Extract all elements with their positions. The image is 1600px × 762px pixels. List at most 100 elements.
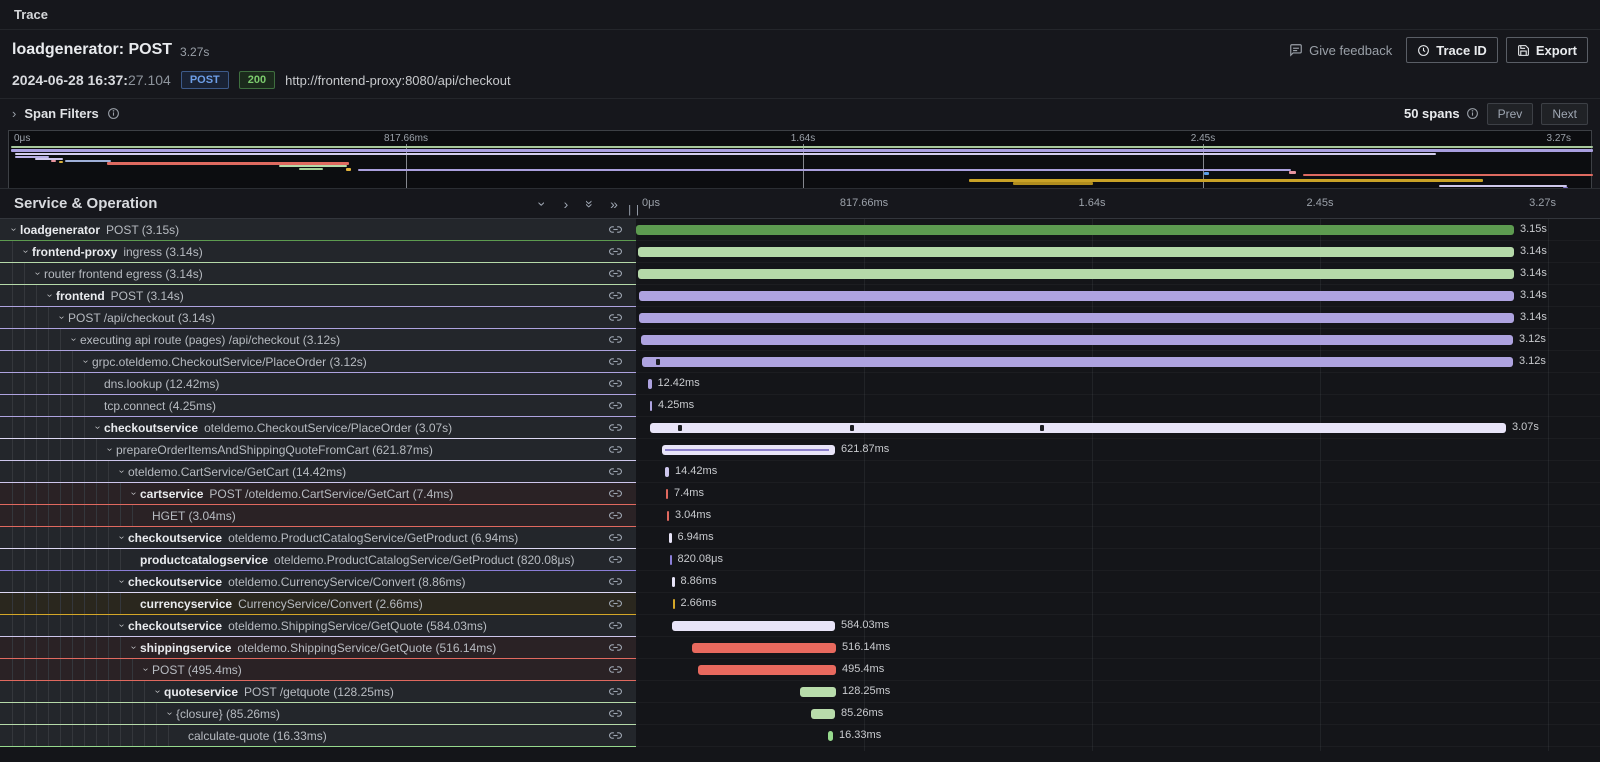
span-name-cell[interactable]: calculate-quote (16.33ms): [0, 725, 636, 747]
span-link-icon[interactable]: [609, 267, 622, 280]
span-duration-bar[interactable]: [639, 291, 1514, 301]
span-duration-bar[interactable]: [672, 577, 675, 587]
row-collapse-caret-icon[interactable]: ›: [56, 312, 68, 323]
span-name-cell[interactable]: tcp.connect (4.25ms): [0, 395, 636, 417]
give-feedback-button[interactable]: Give feedback: [1289, 43, 1392, 58]
span-link-icon[interactable]: [609, 465, 622, 478]
span-bar-cell[interactable]: 4.25ms: [636, 395, 1600, 417]
span-duration-bar[interactable]: [811, 709, 835, 719]
expand-one-icon[interactable]: ›: [554, 196, 578, 212]
span-link-icon[interactable]: [609, 377, 622, 390]
collapse-all-icon[interactable]: »: [578, 196, 602, 212]
span-bar-cell[interactable]: 128.25ms: [636, 681, 1600, 703]
span-bar-cell[interactable]: 7.4ms: [636, 483, 1600, 505]
row-collapse-caret-icon[interactable]: ›: [116, 466, 128, 477]
row-collapse-caret-icon[interactable]: ›: [152, 686, 164, 697]
export-button[interactable]: Export: [1506, 37, 1588, 63]
expand-all-icon[interactable]: »: [602, 196, 626, 212]
trace-id-button[interactable]: Trace ID: [1406, 37, 1498, 63]
span-filters-label[interactable]: Span Filters: [24, 106, 98, 121]
span-duration-bar[interactable]: [698, 665, 836, 675]
span-link-icon[interactable]: [609, 333, 622, 346]
span-name-cell[interactable]: currencyservice CurrencyService/Convert …: [0, 593, 636, 615]
span-duration-bar[interactable]: [828, 731, 833, 741]
span-link-icon[interactable]: [609, 729, 622, 742]
span-link-icon[interactable]: [609, 399, 622, 412]
span-link-icon[interactable]: [609, 487, 622, 500]
span-duration-bar[interactable]: [662, 445, 835, 455]
span-name-cell[interactable]: › shippingservice oteldemo.ShippingServi…: [0, 637, 636, 659]
span-link-icon[interactable]: [609, 641, 622, 654]
span-name-cell[interactable]: › cartservice POST /oteldemo.CartService…: [0, 483, 636, 505]
span-bar-cell[interactable]: 495.4ms: [636, 659, 1600, 681]
span-name-cell[interactable]: › POST /api/checkout (3.14s): [0, 307, 636, 329]
span-duration-bar[interactable]: [641, 335, 1513, 345]
span-bar-cell[interactable]: 3.14s: [636, 241, 1600, 263]
span-bar-cell[interactable]: 584.03ms: [636, 615, 1600, 637]
span-name-cell[interactable]: dns.lookup (12.42ms): [0, 373, 636, 395]
span-duration-bar[interactable]: [639, 313, 1514, 323]
span-link-icon[interactable]: [609, 289, 622, 302]
span-bar-cell[interactable]: 621.87ms: [636, 439, 1600, 461]
next-button[interactable]: Next: [1541, 103, 1588, 125]
span-link-icon[interactable]: [609, 685, 622, 698]
span-link-icon[interactable]: [609, 553, 622, 566]
row-collapse-caret-icon[interactable]: ›: [140, 664, 152, 675]
span-name-cell[interactable]: HGET (3.04ms): [0, 505, 636, 527]
span-bar-cell[interactable]: 3.14s: [636, 263, 1600, 285]
span-link-icon[interactable]: [609, 443, 622, 456]
span-filters-caret-icon[interactable]: ›: [12, 106, 16, 121]
row-collapse-caret-icon[interactable]: ›: [116, 620, 128, 631]
span-duration-bar[interactable]: [642, 357, 1513, 367]
span-duration-bar[interactable]: [638, 247, 1514, 257]
span-name-cell[interactable]: › checkoutservice oteldemo.ProductCatalo…: [0, 527, 636, 549]
span-link-icon[interactable]: [609, 707, 622, 720]
prev-button[interactable]: Prev: [1487, 103, 1534, 125]
span-name-cell[interactable]: › checkoutservice oteldemo.ShippingServi…: [0, 615, 636, 637]
row-collapse-caret-icon[interactable]: ›: [68, 334, 80, 345]
span-duration-bar[interactable]: [638, 269, 1514, 279]
span-bar-cell[interactable]: 85.26ms: [636, 703, 1600, 725]
collapse-one-icon[interactable]: ›: [530, 196, 554, 212]
span-name-cell[interactable]: › oteldemo.CartService/GetCart (14.42ms): [0, 461, 636, 483]
span-duration-bar[interactable]: [650, 423, 1506, 433]
trace-minimap[interactable]: 0μs817.66ms1.64s2.45s3.27s: [8, 130, 1592, 192]
span-link-icon[interactable]: [609, 311, 622, 324]
span-link-icon[interactable]: [609, 223, 622, 236]
span-bar-cell[interactable]: 3.12s: [636, 329, 1600, 351]
span-bar-cell[interactable]: 3.12s: [636, 351, 1600, 373]
span-bar-cell[interactable]: 2.66ms: [636, 593, 1600, 615]
row-collapse-caret-icon[interactable]: ›: [116, 532, 128, 543]
span-link-icon[interactable]: [609, 531, 622, 544]
row-collapse-caret-icon[interactable]: ›: [128, 642, 140, 653]
row-collapse-caret-icon[interactable]: ›: [92, 422, 104, 433]
span-link-icon[interactable]: [609, 245, 622, 258]
span-bar-cell[interactable]: 3.14s: [636, 285, 1600, 307]
span-name-cell[interactable]: › frontend-proxy ingress (3.14s): [0, 241, 636, 263]
row-collapse-caret-icon[interactable]: ›: [44, 290, 56, 301]
span-name-cell[interactable]: › quoteservice POST /getquote (128.25ms): [0, 681, 636, 703]
row-collapse-caret-icon[interactable]: ›: [128, 488, 140, 499]
span-bar-cell[interactable]: 14.42ms: [636, 461, 1600, 483]
span-duration-bar[interactable]: [666, 489, 668, 499]
span-name-cell[interactable]: › POST (495.4ms): [0, 659, 636, 681]
span-name-cell[interactable]: productcatalogservice oteldemo.ProductCa…: [0, 549, 636, 571]
span-name-cell[interactable]: › executing api route (pages) /api/check…: [0, 329, 636, 351]
row-collapse-caret-icon[interactable]: ›: [164, 708, 176, 719]
span-name-cell[interactable]: › {closure} (85.26ms): [0, 703, 636, 725]
span-duration-bar[interactable]: [800, 687, 836, 697]
span-bar-cell[interactable]: 3.14s: [636, 307, 1600, 329]
row-collapse-caret-icon[interactable]: ›: [32, 268, 44, 279]
span-bar-cell[interactable]: 8.86ms: [636, 571, 1600, 593]
span-bar-cell[interactable]: 3.04ms: [636, 505, 1600, 527]
span-name-cell[interactable]: › checkoutservice oteldemo.CheckoutServi…: [0, 417, 636, 439]
span-bar-cell[interactable]: 516.14ms: [636, 637, 1600, 659]
span-link-icon[interactable]: [609, 509, 622, 522]
row-collapse-caret-icon[interactable]: ›: [104, 444, 116, 455]
span-bar-cell[interactable]: 16.33ms: [636, 725, 1600, 747]
span-name-cell[interactable]: › checkoutservice oteldemo.CurrencyServi…: [0, 571, 636, 593]
span-bar-cell[interactable]: 3.15s: [636, 219, 1600, 241]
span-bar-cell[interactable]: 3.07s: [636, 417, 1600, 439]
row-collapse-caret-icon[interactable]: ›: [20, 246, 32, 257]
span-duration-bar[interactable]: [636, 225, 1514, 235]
